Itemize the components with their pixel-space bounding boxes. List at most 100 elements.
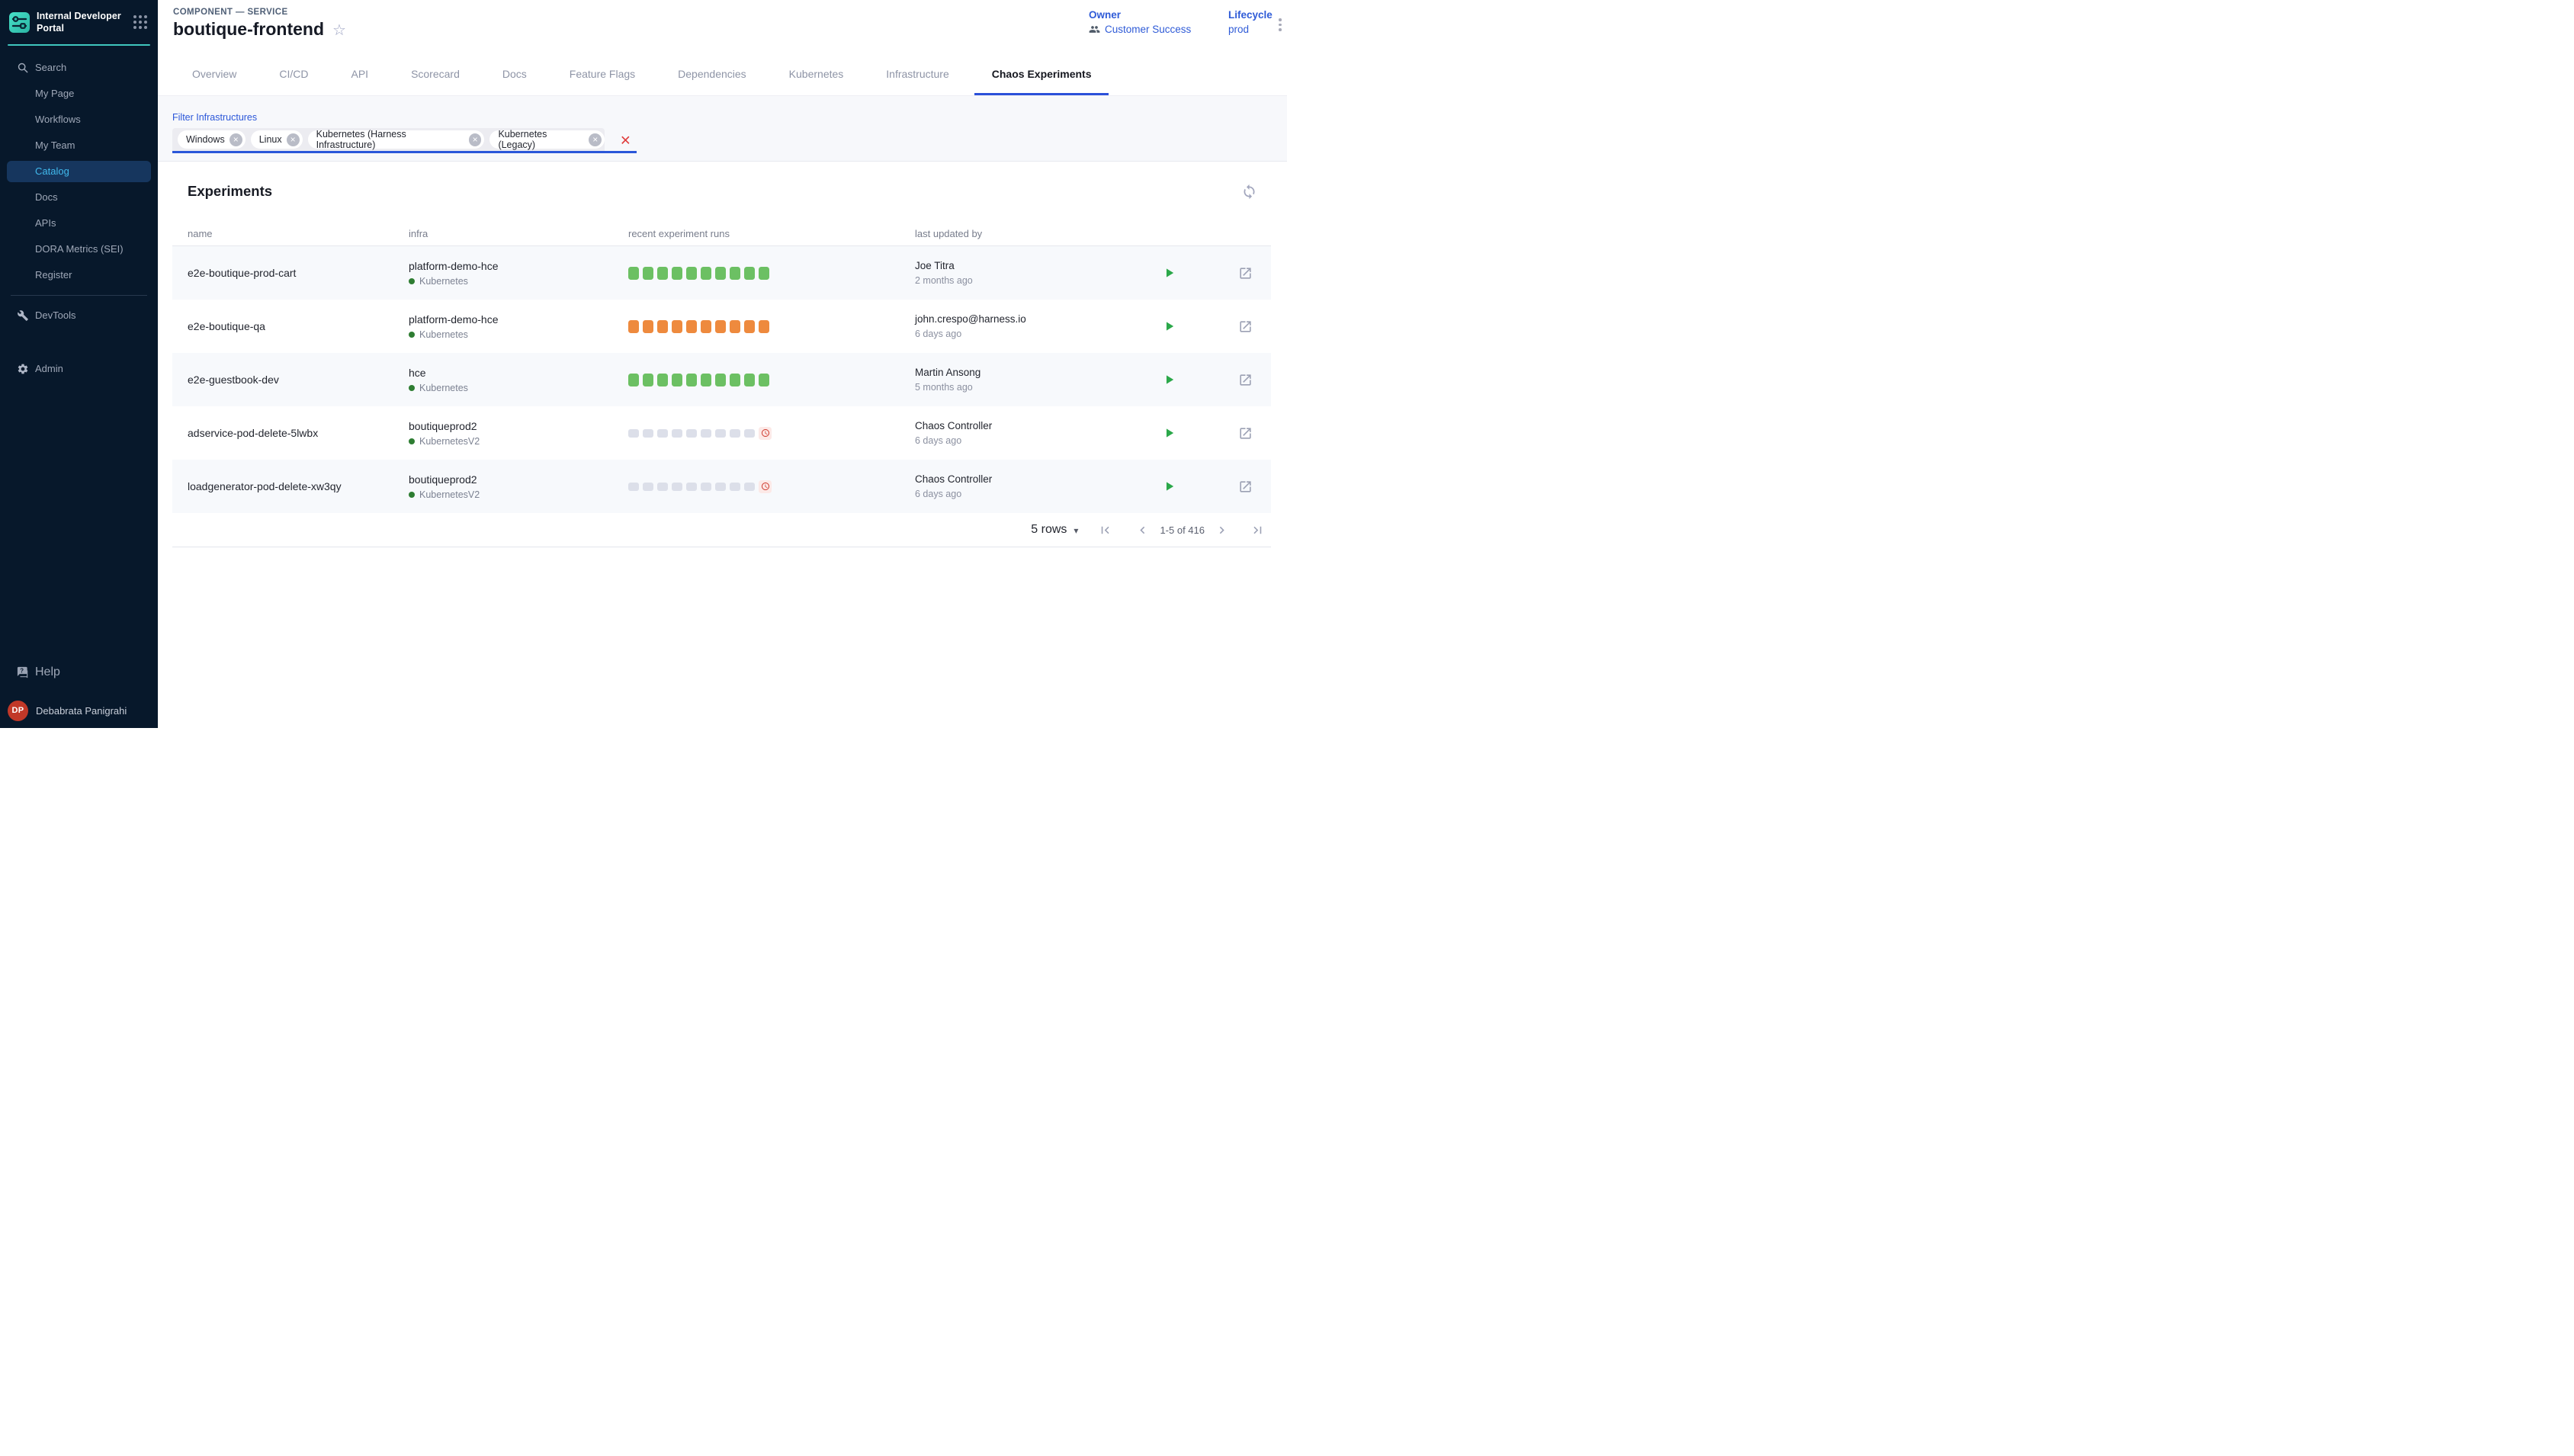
sidebar-item-search[interactable]: Search [0,55,158,81]
sidebar-user[interactable]: DP Debabrata Panigrahi [0,698,158,723]
run-experiment-icon[interactable] [1161,318,1177,335]
sidebar-item-dora-metrics-sei[interactable]: DORA Metrics (SEI) [0,236,158,262]
tab-chaos-experiments[interactable]: Chaos Experiments [974,52,1109,95]
run-experiment-icon[interactable] [1161,478,1177,495]
run-square-passed[interactable] [643,267,653,280]
run-experiment-icon[interactable] [1161,371,1177,388]
run-square-not_run[interactable] [672,483,682,491]
run-square-failed[interactable] [715,320,726,333]
sidebar-item-admin[interactable]: Admin [0,356,158,382]
run-square-passed[interactable] [715,267,726,280]
run-square-passed[interactable] [701,374,711,386]
run-square-not_run[interactable] [643,429,653,438]
open-in-new-icon[interactable] [1237,318,1254,335]
tab-docs[interactable]: Docs [502,52,527,95]
open-in-new-icon[interactable] [1237,425,1254,442]
run-square-not_run[interactable] [730,429,740,438]
filter-chip-windows[interactable]: Windows× [178,130,246,149]
run-square-passed[interactable] [672,267,682,280]
run-square-passed[interactable] [715,374,726,386]
open-in-new-icon[interactable] [1237,371,1254,389]
run-square-passed[interactable] [686,267,697,280]
run-square-passed[interactable] [744,267,755,280]
run-square-passed[interactable] [730,374,740,386]
run-square-not_run[interactable] [744,483,755,491]
sidebar-item-register[interactable]: Register [0,262,158,288]
run-square-not_run[interactable] [701,483,711,491]
favorite-star-icon[interactable]: ☆ [332,21,346,38]
last-page-icon[interactable] [1250,523,1265,537]
sidebar-item-devtools[interactable]: DevTools [0,303,158,329]
app-grid-icon[interactable] [132,14,149,30]
filter-chip-kubernetes-harness-infrastructure[interactable]: Kubernetes (Harness Infrastructure)× [308,130,485,149]
run-square-not_run[interactable] [715,429,726,438]
run-square-passed[interactable] [657,374,668,386]
rows-per-page-select[interactable]: 5 rows ▾ [1031,523,1078,537]
chip-remove-icon[interactable]: × [287,133,300,146]
chip-remove-icon[interactable]: × [589,133,602,146]
filter-input[interactable]: Windows× Linux× Kubernetes (Harness Infras… [172,128,637,153]
run-square-failed[interactable] [672,320,682,333]
sidebar-item-apis[interactable]: APIs [0,210,158,236]
run-square-failed[interactable] [657,320,668,333]
run-square-passed[interactable] [744,374,755,386]
run-square-failed[interactable] [701,320,711,333]
filter-chip-kubernetes-legacy[interactable]: Kubernetes (Legacy)× [489,130,605,149]
next-page-icon[interactable] [1215,523,1229,537]
overdue-clock-icon[interactable] [759,427,772,440]
filter-chip-linux[interactable]: Linux× [251,130,303,149]
tab-ci-cd[interactable]: CI/CD [279,52,308,95]
run-square-passed[interactable] [628,374,639,386]
run-square-not_run[interactable] [730,483,740,491]
run-square-not_run[interactable] [715,483,726,491]
tab-feature-flags[interactable]: Feature Flags [570,52,635,95]
sidebar-item-my-team[interactable]: My Team [0,133,158,159]
run-square-not_run[interactable] [672,429,682,438]
sidebar-item-my-page[interactable]: My Page [0,81,158,107]
refresh-icon[interactable] [1238,181,1260,203]
run-square-passed[interactable] [643,374,653,386]
chip-remove-icon[interactable]: × [229,133,242,146]
sidebar-item-catalog[interactable]: Catalog [7,161,151,182]
run-square-passed[interactable] [759,374,769,386]
run-square-failed[interactable] [643,320,653,333]
run-square-not_run[interactable] [657,483,668,491]
tab-api[interactable]: API [351,52,368,95]
run-square-passed[interactable] [672,374,682,386]
chip-remove-icon[interactable]: × [469,133,482,146]
run-square-passed[interactable] [628,267,639,280]
run-square-passed[interactable] [759,267,769,280]
run-square-not_run[interactable] [686,429,697,438]
run-square-passed[interactable] [701,267,711,280]
tab-dependencies[interactable]: Dependencies [678,52,746,95]
run-square-not_run[interactable] [643,483,653,491]
run-square-not_run[interactable] [744,429,755,438]
run-experiment-icon[interactable] [1161,425,1177,441]
tab-infrastructure[interactable]: Infrastructure [886,52,948,95]
run-square-failed[interactable] [686,320,697,333]
previous-page-icon[interactable] [1135,523,1150,537]
sidebar-item-docs[interactable]: Docs [0,184,158,210]
filter-label[interactable]: Filter Infrastructures [172,112,257,123]
more-options-icon[interactable] [1276,15,1285,34]
first-page-icon[interactable] [1098,523,1112,537]
run-square-failed[interactable] [759,320,769,333]
run-square-passed[interactable] [686,374,697,386]
clear-filters-icon[interactable]: × [621,131,631,149]
run-square-not_run[interactable] [628,429,639,438]
run-square-passed[interactable] [657,267,668,280]
run-square-not_run[interactable] [701,429,711,438]
run-experiment-icon[interactable] [1161,265,1177,281]
open-in-new-icon[interactable] [1237,265,1254,282]
run-square-failed[interactable] [730,320,740,333]
tab-scorecard[interactable]: Scorecard [411,52,460,95]
sidebar-item-help[interactable]: ? Help [0,659,158,685]
run-square-passed[interactable] [730,267,740,280]
owner-link[interactable]: Customer Success [1105,24,1191,35]
run-square-not_run[interactable] [657,429,668,438]
run-square-failed[interactable] [744,320,755,333]
sidebar-item-workflows[interactable]: Workflows [0,107,158,133]
run-square-not_run[interactable] [628,483,639,491]
overdue-clock-icon[interactable] [759,480,772,493]
tab-overview[interactable]: Overview [192,52,236,95]
